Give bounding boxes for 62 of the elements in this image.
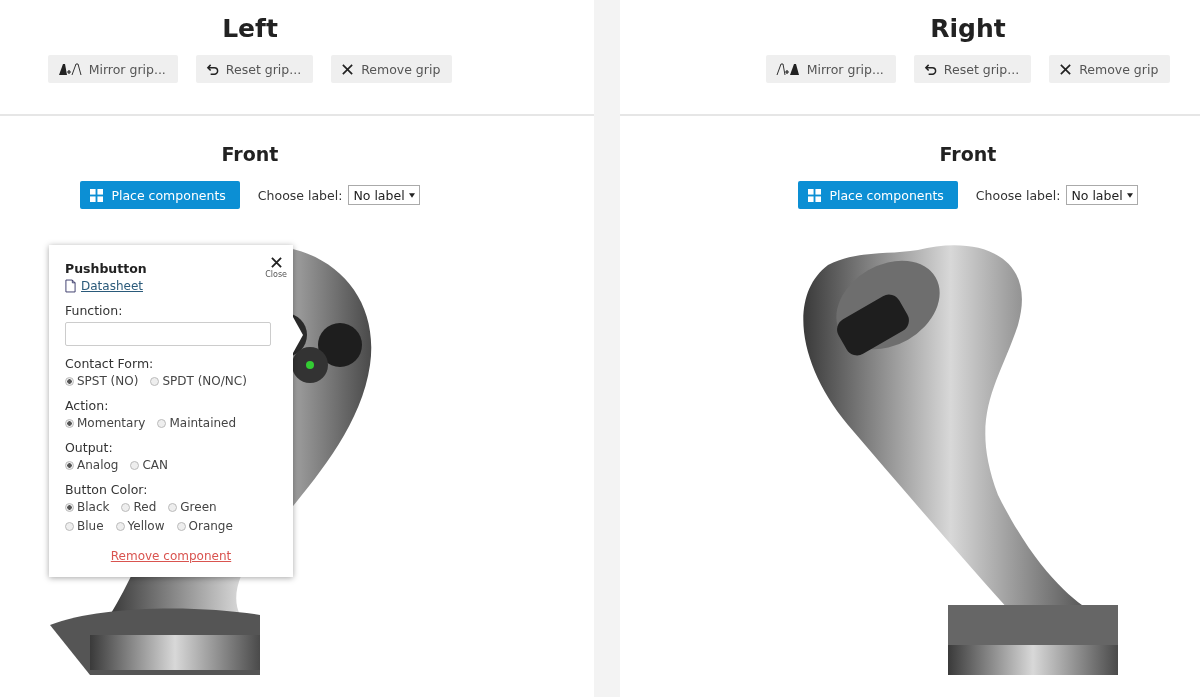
label-dropdown[interactable]: No label (1066, 185, 1138, 205)
option-label: SPDT (NO/NC) (162, 374, 247, 388)
group-label: Contact Form: (65, 356, 155, 371)
function-input[interactable] (65, 322, 271, 346)
option-label: Green (180, 500, 217, 514)
place-components-button[interactable]: Place components (80, 181, 240, 209)
radio-button[interactable] (65, 460, 74, 470)
group-label: Button Color: (65, 482, 149, 497)
radio-button[interactable] (130, 460, 140, 470)
view-title: Front (221, 143, 279, 165)
choose-label-caption: Choose label: (975, 187, 1061, 203)
view-title: Front (939, 143, 997, 165)
group-label: Output: (65, 440, 114, 455)
document-icon (65, 279, 76, 293)
option-label: Maintained (169, 416, 237, 430)
radio-button[interactable] (65, 376, 74, 386)
grip-button[interactable]: Reset grip... (913, 55, 1032, 83)
radio-button[interactable] (157, 418, 167, 428)
radio-button[interactable] (121, 502, 131, 512)
grid-icon (90, 188, 104, 202)
grip-button[interactable]: Mirror grip... (47, 55, 178, 83)
popup-title: Pushbutton (65, 261, 147, 276)
close-icon (270, 257, 282, 268)
dropdown-caret-icon (1126, 192, 1133, 198)
function-label: Function: (65, 303, 124, 318)
radio-button[interactable] (150, 376, 160, 386)
option-label: Red (133, 500, 157, 514)
radio-button[interactable] (65, 418, 74, 428)
radio-button[interactable] (176, 521, 186, 531)
remove-component-link[interactable]: Remove component (110, 549, 232, 563)
close-icon (1059, 62, 1073, 76)
option-label: Analog (77, 458, 119, 472)
radio-button[interactable] (65, 521, 74, 531)
grip-button[interactable]: Remove grip (1049, 55, 1171, 83)
grid-icon (808, 188, 822, 202)
mirror-icon (775, 62, 800, 76)
radio-button[interactable] (115, 521, 125, 531)
close-button[interactable]: Close (265, 257, 287, 279)
option-label: Orange (188, 519, 233, 533)
group-label: Action: (65, 398, 110, 413)
place-components-button[interactable]: Place components (798, 181, 958, 209)
dropdown-caret-icon (408, 192, 415, 198)
grip-button[interactable]: Reset grip... (195, 55, 314, 83)
close-icon (341, 62, 355, 76)
option-label: SPST (NO) (77, 374, 139, 388)
option-label: CAN (142, 458, 169, 472)
datasheet-link[interactable]: Datasheet (81, 279, 143, 293)
undo-icon (205, 62, 219, 76)
label-dropdown[interactable]: No label (348, 185, 420, 205)
radio-button[interactable] (168, 502, 178, 512)
grip-button[interactable]: Remove grip (331, 55, 453, 83)
option-label: Black (77, 500, 110, 514)
option-label: Blue (77, 519, 104, 533)
undo-icon (923, 62, 937, 76)
grip-button[interactable]: Mirror grip... (765, 55, 896, 83)
choose-label-caption: Choose label: (257, 187, 343, 203)
panel-title: Right (930, 14, 1006, 43)
option-label: Yellow (127, 519, 165, 533)
panel-title: Left (222, 14, 278, 43)
mirror-icon (57, 62, 82, 76)
radio-button[interactable] (65, 502, 74, 512)
option-label: Momentary (77, 416, 146, 430)
